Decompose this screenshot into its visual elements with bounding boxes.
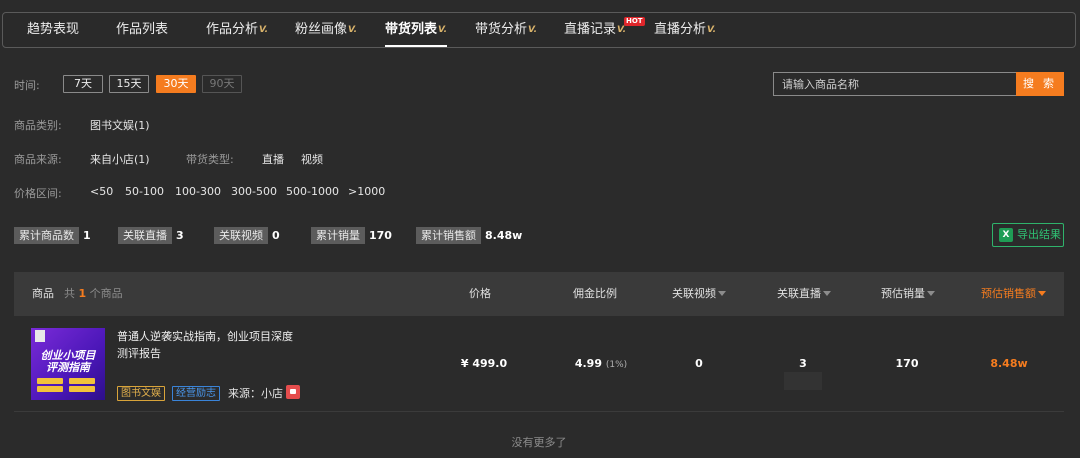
header-product-label: 商品 (32, 287, 54, 300)
table-header: 商品共 1 个商品 价格 佣金比例 关联视频 关联直播 预估销量 预估销售额 (14, 272, 1064, 316)
price-option[interactable]: 500-1000 (286, 185, 339, 198)
tab-label: 带货分析 (475, 22, 528, 37)
time-filter-label: 时间: (14, 79, 40, 92)
biz-tag: 经营励志 (172, 386, 220, 401)
search-button[interactable]: 搜 索 (1016, 72, 1064, 96)
price-option[interactable]: 300-500 (231, 185, 277, 198)
tab-goods-analysis[interactable]: 带货分析V. (475, 13, 537, 47)
tab-live-records[interactable]: 直播记录V. (564, 13, 626, 47)
header-price: 价格 (469, 287, 491, 300)
price-option[interactable]: <50 (90, 185, 113, 198)
stat-total-products: 累计商品数 1 (14, 227, 91, 244)
stat-label: 关联直播 (118, 227, 172, 244)
vip-icon: V. (707, 25, 716, 35)
product-count: 共 1 个商品 (64, 287, 123, 300)
stat-related-videos: 关联视频 0 (214, 227, 280, 244)
product-thumbnail[interactable]: 创业小项目 评测指南 (31, 328, 105, 400)
no-more-text: 没有更多了 (511, 436, 567, 449)
thumbnail-decoration (69, 378, 95, 384)
shop-icon[interactable] (286, 385, 300, 399)
sell-type-label: 带货类型: (186, 153, 234, 166)
time-30d-button[interactable]: 30天 (156, 75, 196, 93)
thumbnail-decoration (69, 386, 95, 392)
tab-works-analysis[interactable]: 作品分析V. (206, 13, 268, 47)
product-source: 来源：小店 (228, 387, 283, 400)
price-option[interactable]: 50-100 (125, 185, 164, 198)
videos-cell: 0 (695, 357, 703, 370)
tab-goods-list[interactable]: 带货列表V. (385, 13, 447, 47)
nav-tab-bar: 趋势表现 作品列表 作品分析V. 粉丝画像V. 带货列表V. 带货分析V. 直播… (2, 12, 1076, 48)
stat-value: 0 (272, 229, 280, 242)
stat-value: 8.48w (485, 229, 523, 242)
sort-caret-icon (823, 291, 831, 296)
hot-badge: HOT (624, 17, 645, 26)
header-related-videos[interactable]: 关联视频 (672, 272, 726, 316)
category-filter-label: 商品类别: (14, 119, 62, 132)
stat-related-lives: 关联直播 3 (118, 227, 184, 244)
product-name[interactable]: 普通人逆袭实战指南，创业项目深度测评报告 (117, 328, 297, 362)
price-cell: ¥ 499.0 (460, 357, 508, 370)
shop-mark-icon (35, 330, 45, 342)
time-90d-button[interactable]: 90天 (202, 75, 242, 93)
sort-caret-icon (718, 291, 726, 296)
tab-live-analysis[interactable]: 直播分析V. (654, 13, 716, 47)
sales-cell: 170 (895, 357, 919, 370)
tab-label: 趋势表现 (27, 22, 80, 37)
revenue-cell: 8.48w (990, 357, 1028, 370)
vip-icon: V. (528, 25, 537, 35)
header-product: 商品共 1 个商品 (32, 272, 123, 316)
lives-cell: 3 (799, 357, 807, 370)
price-filter-label: 价格区间: (14, 187, 62, 200)
sort-caret-icon (927, 291, 935, 296)
sell-type-live[interactable]: 直播 (262, 151, 284, 167)
vip-icon: V. (348, 25, 357, 35)
table-row[interactable]: 创业小项目 评测指南 普通人逆袭实战指南，创业项目深度测评报告 图书文娱 经营励… (14, 316, 1064, 412)
tab-label: 直播分析 (654, 22, 707, 37)
tab-label: 作品列表 (116, 22, 169, 37)
header-related-lives[interactable]: 关联直播 (777, 272, 831, 316)
export-label: 导出结果 (1017, 228, 1061, 241)
header-est-sales[interactable]: 预估销量 (881, 272, 935, 316)
tab-label: 作品分析 (206, 22, 259, 37)
product-search-input[interactable] (773, 72, 1017, 96)
category-tag: 图书文娱 (117, 386, 165, 401)
stat-label: 累计销量 (311, 227, 365, 244)
stat-value: 3 (176, 229, 184, 242)
goods-table: 商品共 1 个商品 价格 佣金比例 关联视频 关联直播 预估销量 预估销售额 创… (14, 272, 1064, 458)
stat-value: 170 (369, 229, 392, 242)
source-filter-label: 商品来源: (14, 153, 62, 166)
excel-icon: X (999, 228, 1013, 242)
stat-label: 累计商品数 (14, 227, 79, 244)
sort-caret-icon (1038, 291, 1046, 296)
tab-fans-profile[interactable]: 粉丝画像V. (295, 13, 357, 47)
vip-icon: V. (259, 25, 268, 35)
tab-label: 带货列表 (385, 22, 438, 37)
vip-icon: V. (438, 25, 447, 35)
sell-type-video[interactable]: 视频 (301, 151, 323, 167)
stat-total-revenue: 累计销售额 8.48w (416, 227, 522, 244)
stat-label: 累计销售额 (416, 227, 481, 244)
stat-label: 关联视频 (214, 227, 268, 244)
price-option[interactable]: 100-300 (175, 185, 221, 198)
tab-trend[interactable]: 趋势表现 (27, 13, 79, 47)
tab-label: 粉丝画像 (295, 22, 348, 37)
tab-works-list[interactable]: 作品列表 (116, 13, 168, 47)
category-option[interactable]: 图书文娱(1) (90, 117, 150, 133)
thumbnail-title: 创业小项目 评测指南 (40, 349, 96, 374)
stat-value: 1 (83, 229, 91, 242)
time-7d-button[interactable]: 7天 (63, 75, 103, 93)
thumbnail-decoration (37, 386, 63, 392)
header-est-revenue[interactable]: 预估销售额 (981, 272, 1046, 316)
export-results-button[interactable]: X 导出结果 (992, 223, 1064, 247)
thumbnail-decoration (37, 378, 63, 384)
commission-cell: 4.99 (1%) (574, 357, 628, 370)
price-option[interactable]: >1000 (348, 185, 385, 198)
tab-label: 直播记录 (564, 22, 617, 37)
source-option[interactable]: 来自小店(1) (90, 151, 150, 167)
time-15d-button[interactable]: 15天 (109, 75, 149, 93)
header-commission: 佣金比例 (573, 287, 617, 300)
stat-total-sales: 累计销量 170 (311, 227, 392, 244)
